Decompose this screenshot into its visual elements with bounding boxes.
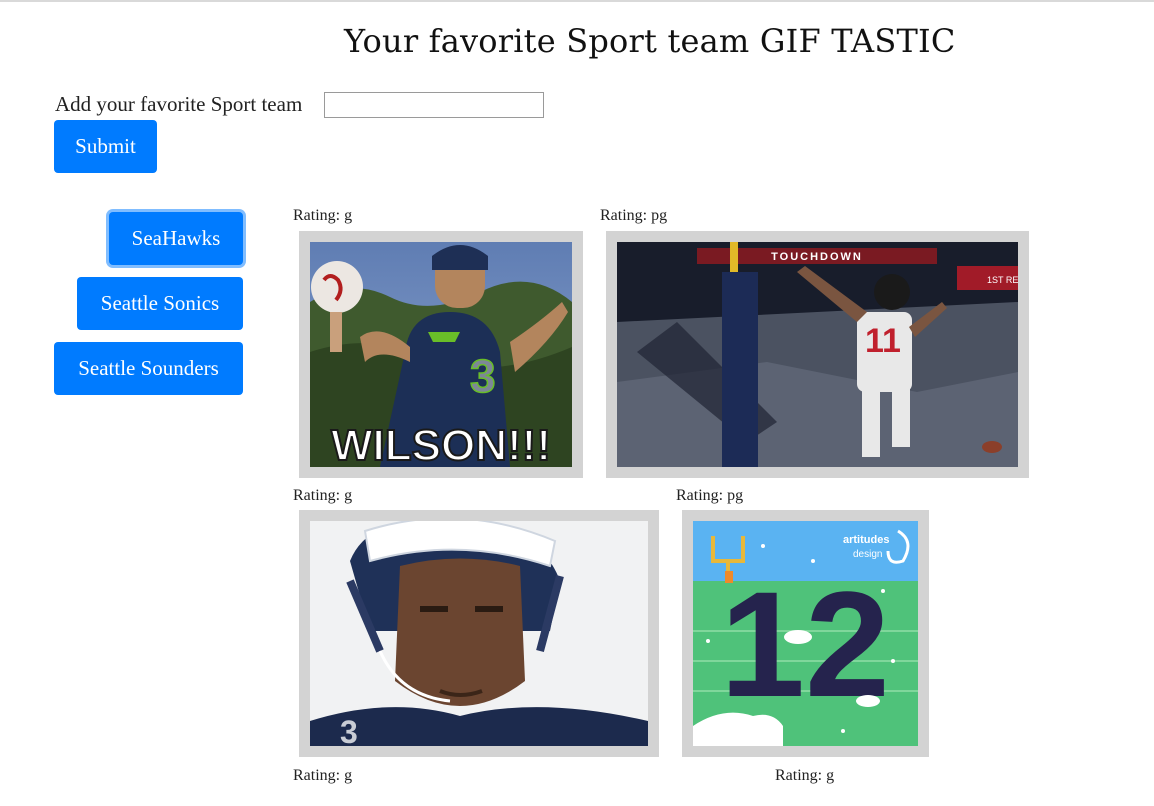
jersey-number: 3 xyxy=(470,350,496,402)
touchdown-gif-art: TOUCHDOWN 1ST RECE 11 xyxy=(617,242,1018,467)
helmet-gif-art: 3 xyxy=(310,521,648,746)
brand-line1: artitudes xyxy=(843,534,889,546)
page-title: Your favorite Sport team GIF TASTIC xyxy=(344,22,956,60)
gif-image-twelve[interactable]: artitudes design 12 xyxy=(682,510,929,757)
page: Your favorite Sport team GIF TASTIC Add … xyxy=(0,0,1154,806)
brand-line2: design xyxy=(853,549,882,560)
team-button-seattle-sonics[interactable]: Seattle Sonics xyxy=(77,277,243,330)
wilson-gif-art: 3 WILSON!!! xyxy=(310,242,572,467)
twelve-gif-art: artitudes design 12 xyxy=(693,521,918,746)
gif-rating: Rating: g xyxy=(775,767,835,784)
gif-rating: Rating: pg xyxy=(600,207,668,224)
corner-text: 1ST RECE xyxy=(987,275,1018,285)
jersey-number: 11 xyxy=(865,322,901,360)
submit-button[interactable]: Submit xyxy=(54,120,157,173)
gif-rating: Rating: g xyxy=(293,487,353,504)
gif-rating: Rating: g xyxy=(293,767,353,784)
gif-image-touchdown[interactable]: TOUCHDOWN 1ST RECE 11 xyxy=(606,231,1029,478)
gif-image-wilson-helmet[interactable]: 3 xyxy=(299,510,659,757)
team-input[interactable] xyxy=(324,92,544,118)
gif-caption: WILSON!!! xyxy=(331,421,551,467)
jersey-number: 3 xyxy=(340,714,358,746)
team-input-label: Add your favorite Sport team xyxy=(55,92,303,116)
gif-image-wilson[interactable]: 3 WILSON!!! xyxy=(299,231,583,478)
gif-rating: Rating: pg xyxy=(676,487,744,504)
top-divider xyxy=(0,0,1154,2)
touchdown-banner: TOUCHDOWN xyxy=(771,251,863,263)
team-button-seahawks[interactable]: SeaHawks xyxy=(109,212,243,265)
gif-rating: Rating: g xyxy=(293,207,353,224)
team-button-seattle-sounders[interactable]: Seattle Sounders xyxy=(54,342,243,395)
